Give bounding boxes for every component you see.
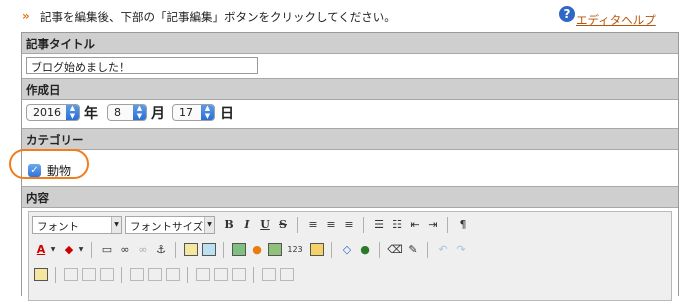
row-insert-before-icon[interactable] — [63, 267, 79, 283]
indent-icon[interactable]: ⇥ — [425, 217, 441, 233]
month-select[interactable]: 8 ▲ ▼ — [107, 104, 147, 121]
font-size-select-arrow-icon: ▼ — [204, 217, 214, 233]
redo-icon[interactable]: ↷ — [453, 242, 469, 258]
unlink-icon[interactable]: ∞ — [135, 242, 151, 258]
italic-button[interactable]: I — [239, 217, 255, 233]
title-heading: 記事タイトル — [26, 37, 95, 51]
toolbar-separator — [223, 242, 224, 258]
month-unit: 月 — [151, 106, 165, 122]
help-icon[interactable]: ? — [559, 6, 575, 22]
bullet-list-icon[interactable]: ☰ — [371, 217, 387, 233]
year-value: 2016 — [33, 106, 61, 119]
table-icon[interactable] — [183, 242, 199, 258]
row-delete-icon[interactable] — [99, 267, 115, 283]
toolbar-separator — [175, 242, 176, 258]
font-select-value: フォント — [37, 221, 79, 233]
day-value: 17 — [179, 106, 193, 119]
date-section-body: 2016 ▲ ▼ 年 8 ▲ ▼ 月 17 ▲ ▼ 日 — [22, 100, 678, 129]
toolbar-separator — [55, 267, 56, 283]
cell-split-icon[interactable] — [195, 267, 211, 283]
paragraph-icon[interactable]: ¶ — [455, 217, 471, 233]
image-icon[interactable] — [231, 242, 247, 258]
table-cell-props-icon[interactable] — [279, 267, 295, 283]
anchor-icon[interactable]: ⚓ — [153, 242, 169, 258]
rich-text-editor: フォント ▼ フォントサイズ ▼ B I U S ≡ ≡ ≡ ☰ ☷ ⇤ ⇥ ¶… — [28, 211, 672, 301]
title-section-body: ブログ始めました！ — [22, 54, 678, 79]
column-insert-before-icon[interactable] — [129, 267, 145, 283]
table-properties-icon[interactable] — [201, 242, 217, 258]
title-input[interactable]: ブログ始めました！ — [26, 57, 258, 74]
category-section-header: カテゴリー — [22, 129, 678, 150]
toolbar-separator — [331, 242, 332, 258]
globe-icon[interactable]: ● — [357, 242, 373, 258]
align-right-icon[interactable]: ≡ — [341, 217, 357, 233]
font-size-select-value: フォントサイズ — [130, 221, 204, 233]
day-select[interactable]: 17 ▲ ▼ — [172, 104, 215, 121]
toolbar-separator — [427, 242, 428, 258]
toolbar-separator — [253, 267, 254, 283]
editor-help-link[interactable]: エディタヘルプ — [576, 12, 656, 28]
date-section-header: 作成日 — [22, 79, 678, 100]
top-bar: » 記事を編集後、下部の「記事編集」ボタンをクリックしてください。 ? エディタ… — [0, 0, 680, 32]
month-value: 8 — [114, 106, 121, 119]
underline-button[interactable]: U — [257, 217, 273, 233]
year-unit: 年 — [84, 106, 98, 122]
text-color-dropdown-icon[interactable]: ▼ — [49, 242, 57, 258]
strikethrough-button[interactable]: S — [275, 217, 291, 233]
undo-icon[interactable]: ↶ — [435, 242, 451, 258]
toolbar-separator — [363, 217, 364, 233]
date-heading: 作成日 — [26, 83, 61, 97]
table-insert-icon[interactable] — [33, 267, 49, 283]
category-section-body: ✓ 動物 — [9, 149, 678, 187]
title-section-header: 記事タイトル — [22, 33, 678, 54]
table-row-props-icon[interactable] — [261, 267, 277, 283]
highlight-circle — [9, 149, 89, 179]
content-heading: 内容 — [26, 191, 49, 205]
character-count-icon[interactable]: 123 — [285, 242, 305, 258]
toolbar-separator — [91, 242, 92, 258]
link-icon[interactable]: ∞ — [117, 242, 133, 258]
bold-button[interactable]: B — [221, 217, 237, 233]
column-insert-after-icon[interactable] — [147, 267, 163, 283]
instruction-text: 記事を編集後、下部の「記事編集」ボタンをクリックしてください。 — [40, 10, 396, 24]
layer-icon[interactable] — [267, 242, 283, 258]
instruction-arrow-icon: » — [22, 9, 30, 23]
content-section-body: フォント ▼ フォントサイズ ▼ B I U S ≡ ≡ ≡ ☰ ☷ ⇤ ⇥ ¶… — [22, 208, 678, 301]
numbered-list-icon[interactable]: ☷ — [389, 217, 405, 233]
horizontal-rule-icon[interactable]: ▭ — [99, 242, 115, 258]
content-section-header: 内容 — [22, 187, 678, 208]
category-heading: カテゴリー — [26, 133, 84, 147]
font-select[interactable]: フォント ▼ — [32, 216, 122, 234]
source-code-icon[interactable]: ◇ — [339, 242, 355, 258]
row-insert-after-icon[interactable] — [81, 267, 97, 283]
column-delete-icon[interactable] — [165, 267, 181, 283]
toolbar-separator — [447, 217, 448, 233]
font-size-select[interactable]: フォントサイズ ▼ — [125, 216, 215, 234]
font-select-arrow-icon: ▼ — [111, 217, 121, 233]
year-select-arrows-icon: ▲ ▼ — [66, 104, 79, 120]
day-unit: 日 — [220, 106, 234, 122]
calendar-icon[interactable] — [309, 242, 325, 258]
toolbar-separator — [379, 242, 380, 258]
toolbar-separator — [187, 267, 188, 283]
cleanup-brush-icon[interactable]: ✎ — [405, 242, 421, 258]
cell-properties-icon[interactable] — [231, 267, 247, 283]
toolbar-separator — [297, 217, 298, 233]
align-left-icon[interactable]: ≡ — [305, 217, 321, 233]
cell-merge-icon[interactable] — [213, 267, 229, 283]
text-color-icon[interactable]: A — [33, 242, 49, 258]
align-center-icon[interactable]: ≡ — [323, 217, 339, 233]
outdent-icon[interactable]: ⇤ — [407, 217, 423, 233]
article-edit-form: 記事タイトル ブログ始めました！ 作成日 2016 ▲ ▼ 年 8 ▲ ▼ 月 17… — [9, 32, 679, 301]
background-color-icon[interactable]: ◆ — [61, 242, 77, 258]
year-select[interactable]: 2016 ▲ ▼ — [26, 104, 80, 121]
month-select-arrows-icon: ▲ ▼ — [133, 104, 146, 120]
day-select-arrows-icon: ▲ ▼ — [201, 104, 214, 120]
background-color-dropdown-icon[interactable]: ▼ — [77, 242, 85, 258]
toolbar-separator — [121, 267, 122, 283]
eraser-icon[interactable]: ⌫ — [387, 242, 403, 258]
media-icon[interactable]: ● — [249, 242, 265, 258]
